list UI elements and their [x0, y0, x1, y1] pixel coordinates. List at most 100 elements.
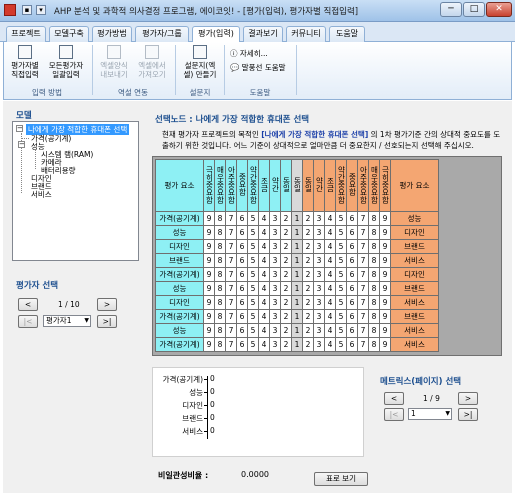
scale-option-cell[interactable]: 9	[203, 211, 215, 226]
scale-option-cell[interactable]: 1	[291, 253, 303, 268]
scale-option-cell[interactable]: 6	[236, 253, 248, 268]
scale-option-cell[interactable]: 3	[269, 337, 281, 352]
scale-option-cell[interactable]: 7	[357, 281, 369, 296]
scale-option-cell[interactable]: 7	[357, 309, 369, 324]
scale-option-cell[interactable]: 2	[302, 309, 314, 324]
scale-option-cell[interactable]: 7	[225, 337, 237, 352]
scale-option-cell[interactable]: 3	[269, 309, 281, 324]
scale-option-cell[interactable]: 2	[280, 211, 292, 226]
scale-option-cell[interactable]: 1	[291, 211, 303, 226]
scale-option-cell[interactable]: 7	[225, 295, 237, 310]
scale-option-cell[interactable]: 9	[203, 323, 215, 338]
scale-option-cell[interactable]: 7	[225, 281, 237, 296]
scale-option-cell[interactable]: 6	[346, 267, 358, 282]
scale-option-cell[interactable]: 2	[302, 323, 314, 338]
scale-option-cell[interactable]: 8	[214, 323, 226, 338]
scale-option-cell[interactable]: 7	[357, 211, 369, 226]
excel-import-button[interactable]: 엑셀에서 가져오기	[134, 45, 170, 85]
scale-option-cell[interactable]: 6	[346, 225, 358, 240]
scale-option-cell[interactable]: 8	[214, 239, 226, 254]
scale-option-cell[interactable]: 5	[335, 267, 347, 282]
scale-option-cell[interactable]: 3	[313, 211, 325, 226]
evaluator-next-button[interactable]: >	[97, 298, 117, 311]
scale-option-cell[interactable]: 6	[236, 211, 248, 226]
scale-option-cell[interactable]: 6	[236, 239, 248, 254]
scale-option-cell[interactable]: 6	[236, 267, 248, 282]
scale-option-cell[interactable]: 4	[258, 225, 270, 240]
scale-option-cell[interactable]: 5	[335, 239, 347, 254]
scale-option-cell[interactable]: 3	[313, 267, 325, 282]
scale-option-cell[interactable]: 9	[203, 253, 215, 268]
scale-option-cell[interactable]: 7	[357, 239, 369, 254]
scale-option-cell[interactable]: 8	[368, 309, 380, 324]
scale-option-cell[interactable]: 5	[335, 295, 347, 310]
scale-option-cell[interactable]: 2	[302, 281, 314, 296]
scale-option-cell[interactable]: 3	[269, 225, 281, 240]
scale-option-cell[interactable]: 8	[368, 253, 380, 268]
scale-option-cell[interactable]: 8	[368, 239, 380, 254]
make-survey-button[interactable]: 설문지(엑셀) 만들기	[180, 45, 220, 85]
scale-option-cell[interactable]: 7	[357, 323, 369, 338]
scale-option-cell[interactable]: 9	[379, 253, 391, 268]
scale-option-cell[interactable]: 4	[258, 323, 270, 338]
scale-option-cell[interactable]: 1	[291, 239, 303, 254]
scale-option-cell[interactable]: 9	[203, 225, 215, 240]
scale-option-cell[interactable]: 4	[324, 253, 336, 268]
scale-option-cell[interactable]: 8	[214, 211, 226, 226]
scale-option-cell[interactable]: 2	[280, 239, 292, 254]
scale-option-cell[interactable]: 4	[324, 309, 336, 324]
scale-option-cell[interactable]: 3	[269, 281, 281, 296]
scale-option-cell[interactable]: 5	[335, 337, 347, 352]
scale-option-cell[interactable]: 8	[368, 211, 380, 226]
scale-option-cell[interactable]: 9	[379, 211, 391, 226]
scale-option-cell[interactable]: 5	[247, 239, 259, 254]
balloon-help-link[interactable]: 💬 말풍선 도움말	[230, 62, 286, 73]
scale-option-cell[interactable]: 8	[214, 295, 226, 310]
scale-option-cell[interactable]: 5	[335, 211, 347, 226]
scale-option-cell[interactable]: 2	[302, 267, 314, 282]
scale-option-cell[interactable]: 3	[313, 295, 325, 310]
scale-option-cell[interactable]: 6	[236, 309, 248, 324]
scale-option-cell[interactable]: 5	[247, 253, 259, 268]
scale-option-cell[interactable]: 8	[368, 225, 380, 240]
scale-option-cell[interactable]: 5	[247, 337, 259, 352]
scale-option-cell[interactable]: 3	[313, 225, 325, 240]
scale-option-cell[interactable]: 5	[247, 267, 259, 282]
collapse-icon[interactable]: −	[16, 125, 23, 132]
scale-option-cell[interactable]: 8	[214, 281, 226, 296]
scale-option-cell[interactable]: 7	[357, 225, 369, 240]
scale-option-cell[interactable]: 6	[346, 295, 358, 310]
tab-community[interactable]: 커뮤니티	[286, 26, 326, 42]
scale-option-cell[interactable]: 5	[335, 253, 347, 268]
scale-option-cell[interactable]: 1	[291, 295, 303, 310]
maximize-button[interactable]: □	[463, 2, 485, 17]
scale-option-cell[interactable]: 9	[379, 281, 391, 296]
scale-option-cell[interactable]: 7	[225, 225, 237, 240]
scale-option-cell[interactable]: 5	[335, 281, 347, 296]
scale-option-cell[interactable]: 7	[357, 295, 369, 310]
scale-option-cell[interactable]: 2	[302, 337, 314, 352]
scale-option-cell[interactable]: 2	[280, 309, 292, 324]
scale-option-cell[interactable]: 6	[236, 337, 248, 352]
tab-evaluation-input[interactable]: 평가(입력)	[192, 26, 240, 43]
scale-option-cell[interactable]: 7	[357, 267, 369, 282]
scale-option-cell[interactable]: 4	[324, 239, 336, 254]
scale-option-cell[interactable]: 6	[346, 337, 358, 352]
scale-option-cell[interactable]: 3	[313, 281, 325, 296]
tab-project[interactable]: 프로젝트	[6, 26, 46, 42]
close-button[interactable]: ✕	[486, 2, 512, 17]
scale-option-cell[interactable]: 6	[236, 323, 248, 338]
details-link[interactable]: ⓘ 자세히...	[230, 48, 268, 59]
tree-node-service[interactable]: 서비스	[31, 189, 52, 200]
scale-option-cell[interactable]: 4	[324, 337, 336, 352]
scale-option-cell[interactable]: 2	[302, 211, 314, 226]
scale-option-cell[interactable]: 5	[247, 211, 259, 226]
scale-option-cell[interactable]: 6	[346, 253, 358, 268]
scale-option-cell[interactable]: 4	[258, 253, 270, 268]
scale-option-cell[interactable]: 6	[346, 239, 358, 254]
scale-option-cell[interactable]: 5	[247, 323, 259, 338]
scale-option-cell[interactable]: 3	[313, 323, 325, 338]
scale-option-cell[interactable]: 4	[258, 309, 270, 324]
scale-option-cell[interactable]: 1	[291, 281, 303, 296]
evaluator-first-button[interactable]: |<	[18, 315, 38, 328]
